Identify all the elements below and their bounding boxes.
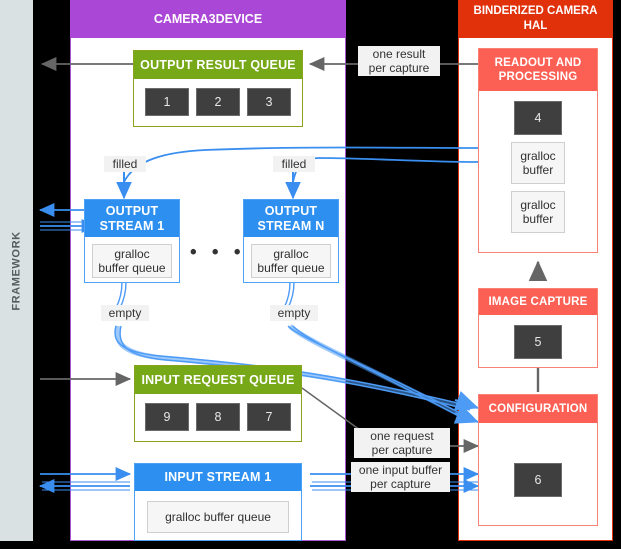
label-one-result-per-capture: one result per capture xyxy=(358,46,440,76)
label-empty-stream-1: empty xyxy=(101,305,149,321)
gralloc-buffer: gralloc buffer xyxy=(511,191,565,233)
output-stream-n-title: OUTPUT STREAM N xyxy=(244,200,338,237)
framework-label-text: FRAMEWORK xyxy=(10,230,23,311)
gralloc-buffer-queue: gralloc buffer queue xyxy=(92,244,172,278)
hal-image-capture[interactable]: IMAGE CAPTURE 5 xyxy=(478,288,598,368)
hal-image-capture-title: IMAGE CAPTURE xyxy=(479,289,597,315)
gralloc-buffer-queue: gralloc buffer queue xyxy=(147,501,289,533)
output-stream-1-body: gralloc buffer queue xyxy=(85,237,179,278)
label-empty-stream-n: empty xyxy=(270,305,318,321)
queue-chip: 3 xyxy=(247,88,291,116)
stream-ellipsis: • • • xyxy=(190,242,246,263)
framework-label: FRAMEWORK xyxy=(0,0,33,541)
hal-image-capture-body: 5 xyxy=(479,315,597,359)
output-stream-n-body: gralloc buffer queue xyxy=(244,237,338,278)
output-result-queue[interactable]: OUTPUT RESULT QUEUE 1 2 3 xyxy=(133,50,303,127)
queue-chip: 9 xyxy=(145,403,189,431)
hal-configuration-body: 6 xyxy=(479,423,597,497)
hal-chip: 6 xyxy=(514,463,562,497)
hal-configuration-title: CONFIGURATION xyxy=(479,395,597,423)
output-stream-1[interactable]: OUTPUT STREAM 1 gralloc buffer queue xyxy=(84,199,180,283)
diagram-canvas: FRAMEWORK CAMERA3DEVICE BINDERIZED CAMER… xyxy=(0,0,621,549)
gralloc-buffer-queue: gralloc buffer queue xyxy=(251,244,331,278)
output-stream-1-title: OUTPUT STREAM 1 xyxy=(85,200,179,237)
label-one-request-per-capture: one request per capture xyxy=(354,428,450,458)
label-one-input-buffer-per-capture: one input buffer per capture xyxy=(351,462,450,492)
camera3device-title: CAMERA3DEVICE xyxy=(70,0,346,38)
output-result-queue-title: OUTPUT RESULT QUEUE xyxy=(134,51,302,79)
hal-readout-and-processing[interactable]: READOUT AND PROCESSING 4 gralloc buffer … xyxy=(478,48,598,253)
label-filled-stream-1: filled xyxy=(104,156,146,172)
queue-chip: 2 xyxy=(196,88,240,116)
input-request-queue[interactable]: INPUT REQUEST QUEUE 9 8 7 xyxy=(134,365,302,442)
output-result-queue-chips: 1 2 3 xyxy=(134,79,302,126)
binderized-camera-hal-title: BINDERIZED CAMERA HAL xyxy=(458,0,613,38)
input-request-queue-chips: 9 8 7 xyxy=(135,394,301,441)
hal-chip: 4 xyxy=(514,101,562,135)
input-stream-1-title: INPUT STREAM 1 xyxy=(135,464,301,491)
gralloc-buffer: gralloc buffer xyxy=(511,142,565,184)
hal-readout-and-processing-title: READOUT AND PROCESSING xyxy=(479,49,597,91)
label-filled-stream-n: filled xyxy=(273,156,315,172)
output-stream-n[interactable]: OUTPUT STREAM N gralloc buffer queue xyxy=(243,199,339,283)
input-stream-1-body: gralloc buffer queue xyxy=(135,491,301,533)
hal-readout-body: 4 gralloc buffer gralloc buffer xyxy=(479,91,597,233)
input-stream-1[interactable]: INPUT STREAM 1 gralloc buffer queue xyxy=(134,463,302,541)
queue-chip: 1 xyxy=(145,88,189,116)
queue-chip: 8 xyxy=(196,403,240,431)
queue-chip: 7 xyxy=(247,403,291,431)
hal-configuration[interactable]: CONFIGURATION 6 xyxy=(478,394,598,526)
input-request-queue-title: INPUT REQUEST QUEUE xyxy=(135,366,301,394)
hal-chip: 5 xyxy=(514,325,562,359)
